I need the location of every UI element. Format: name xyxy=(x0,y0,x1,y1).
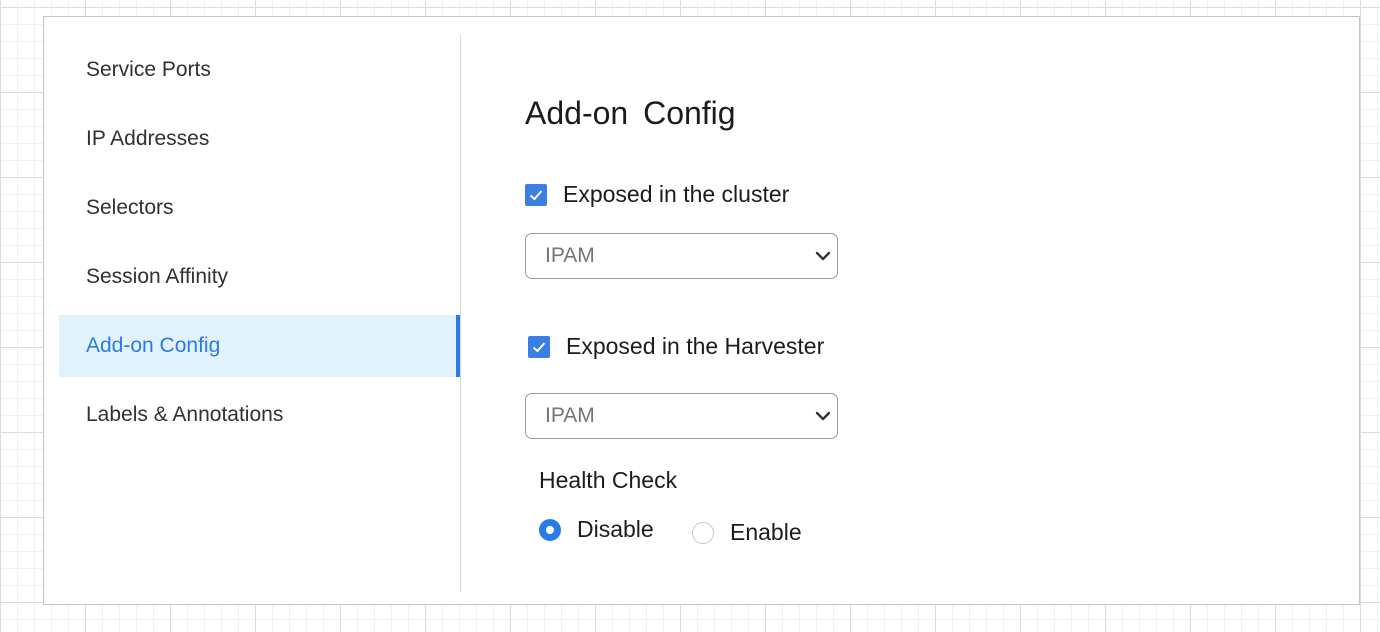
checkmark-icon xyxy=(528,335,550,358)
harvester-select-value: IPAM xyxy=(545,404,595,427)
sidebar-item-ip-addresses[interactable]: IP Addresses xyxy=(59,108,460,170)
sidebar-item-session-affinity[interactable]: Session Affinity xyxy=(59,246,460,308)
chevron-down-icon xyxy=(814,409,832,428)
sidebar-item-labels-annotations[interactable]: Labels & Annotations xyxy=(59,384,460,446)
chevron-down-icon xyxy=(814,249,832,268)
sidebar-nav: Service Ports IP Addresses Selectors Ses… xyxy=(59,35,461,592)
page-title: Add-on Config xyxy=(525,95,736,131)
sidebar-item-selectors[interactable]: Selectors xyxy=(59,177,460,239)
harvester-ipam-select[interactable]: IPAM xyxy=(525,393,838,439)
sidebar-item-add-on-config[interactable]: Add-on Config xyxy=(59,315,460,377)
service-config-panel: Service Ports IP Addresses Selectors Ses… xyxy=(43,16,1360,605)
health-check-label: Health Check xyxy=(539,467,678,493)
harvester-exposed-label: Exposed in the Harvester xyxy=(566,333,825,359)
enable-option-label: Enable xyxy=(730,519,802,545)
health-check-enable-radio[interactable]: Enable xyxy=(692,519,802,546)
radio-unchecked-icon xyxy=(692,521,714,544)
cluster-exposed-label: Exposed in the cluster xyxy=(563,181,790,207)
cluster-exposed-checkbox[interactable]: Exposed in the cluster xyxy=(525,181,789,208)
health-check-disable-radio[interactable]: Disable xyxy=(539,516,654,543)
disable-option-label: Disable xyxy=(577,516,654,542)
harvester-exposed-checkbox[interactable]: Exposed in the Harvester xyxy=(528,333,824,360)
cluster-ipam-select[interactable]: IPAM xyxy=(525,233,838,279)
checkmark-icon xyxy=(525,183,547,206)
radio-checked-icon xyxy=(539,518,561,541)
sidebar-item-service-ports[interactable]: Service Ports xyxy=(59,39,460,101)
cluster-select-value: IPAM xyxy=(545,244,595,267)
